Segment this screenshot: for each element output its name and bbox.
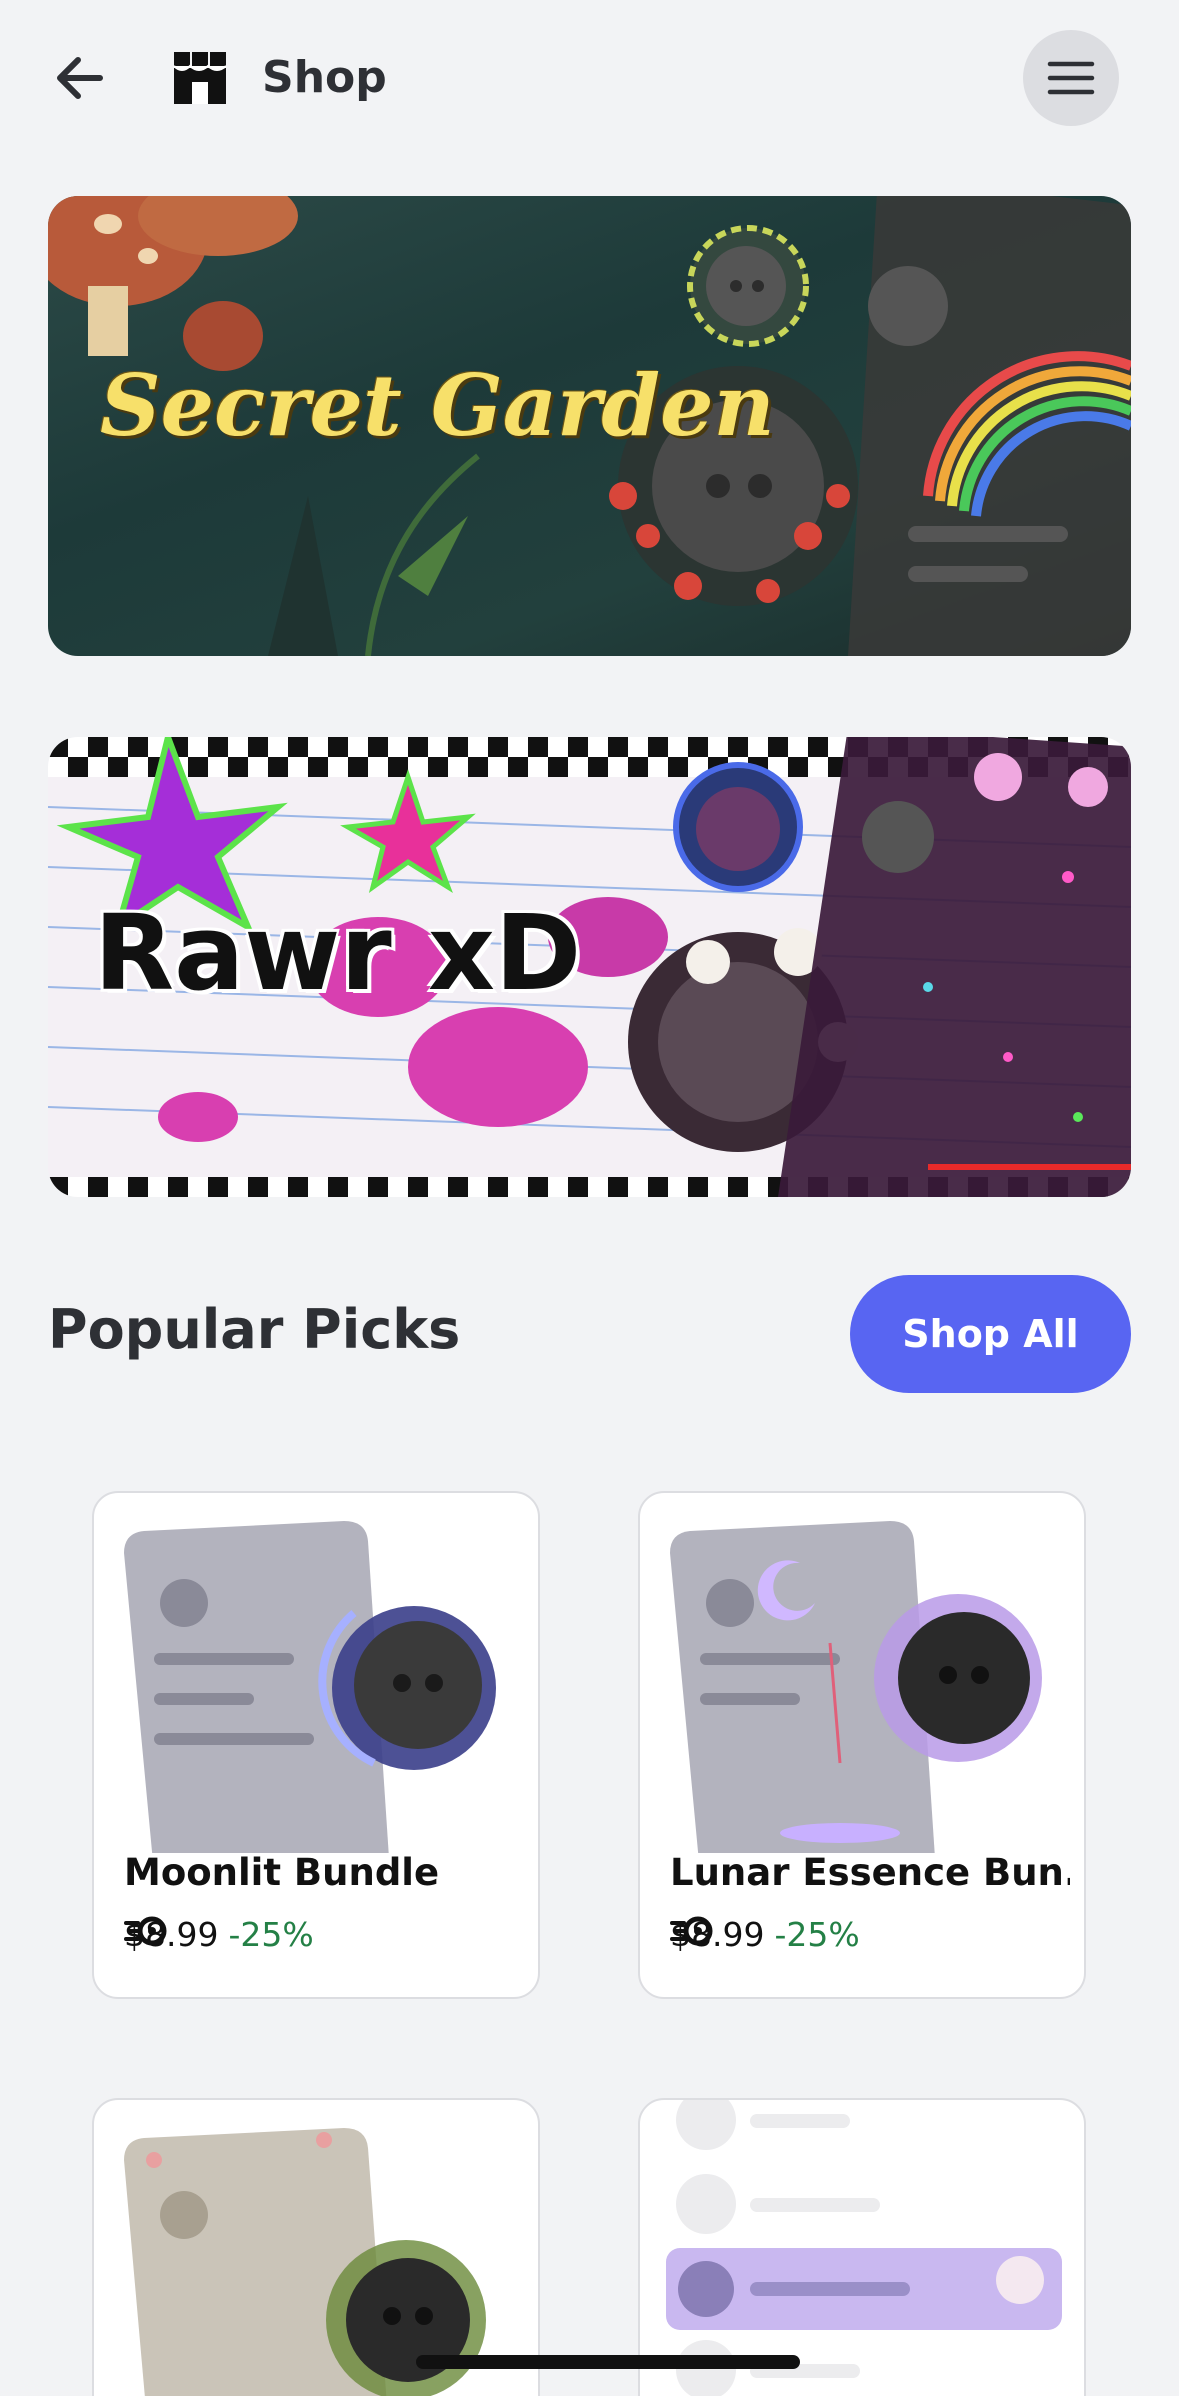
arrow-left-icon xyxy=(57,57,103,99)
product-preview xyxy=(666,2100,1062,2396)
shop-icon xyxy=(173,52,227,104)
menu-button[interactable] xyxy=(1023,30,1119,126)
banner-title: Secret Garden xyxy=(100,356,775,455)
product-card[interactable] xyxy=(638,2098,1086,2396)
price-row: $8.99 -25% xyxy=(124,1915,314,1954)
banner-secret-garden[interactable]: Secret Garden xyxy=(48,196,1131,656)
product-card[interactable]: Lunar Essence Bun... $8.99 -25% xyxy=(638,1491,1086,1999)
section-title: Popular Picks xyxy=(48,1298,461,1361)
page-title: Shop xyxy=(262,52,387,103)
banner-rawr-xd[interactable]: Rawr xD xyxy=(48,737,1131,1197)
product-card[interactable]: Moonlit Bundle $8.99 -25% xyxy=(92,1491,540,1999)
top-bar: Shop xyxy=(0,0,1179,150)
product-preview xyxy=(670,1521,1042,1853)
banner-title: Rawr xD xyxy=(94,892,582,1014)
hamburger-menu-icon xyxy=(1047,61,1095,95)
product-name: Lunar Essence Bun... xyxy=(670,1851,1070,1894)
discount-label: -25% xyxy=(228,1915,314,1954)
product-name: Moonlit Bundle xyxy=(124,1851,440,1894)
nitro-icon xyxy=(124,1916,167,1946)
product-preview xyxy=(124,2128,486,2396)
nitro-icon xyxy=(670,1916,713,1946)
back-button[interactable] xyxy=(40,38,120,118)
product-card[interactable] xyxy=(92,2098,540,2396)
discount-label: -25% xyxy=(774,1915,860,1954)
product-preview xyxy=(124,1521,496,1853)
shop-all-button[interactable]: Shop All xyxy=(850,1275,1131,1393)
home-indicator[interactable] xyxy=(416,2355,800,2369)
price-row: $8.99 -25% xyxy=(670,1915,860,1954)
